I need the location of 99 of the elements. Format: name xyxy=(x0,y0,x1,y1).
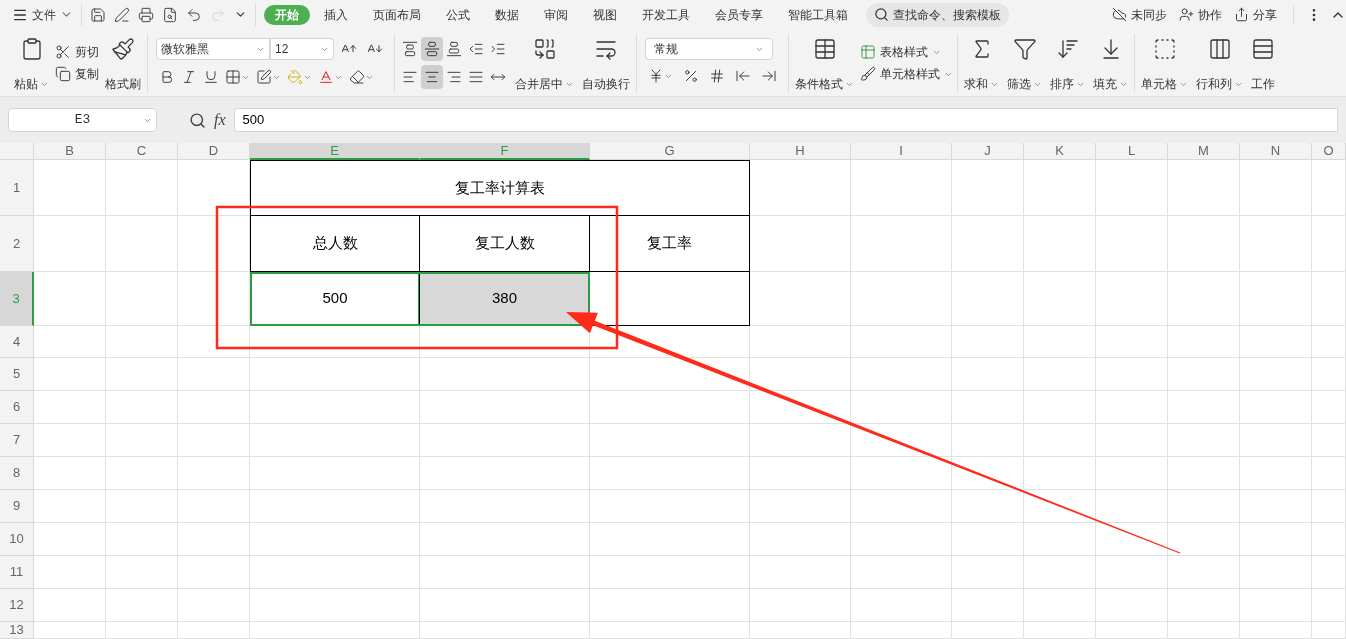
row-header[interactable]: 11 xyxy=(0,556,34,589)
cells-button[interactable]: 单元格 xyxy=(1139,33,1190,94)
user-plus-icon xyxy=(1179,7,1194,23)
table-icon xyxy=(812,37,837,62)
column-header[interactable]: G xyxy=(590,143,750,160)
align-center-button[interactable] xyxy=(421,65,443,90)
toolbar-action[interactable]: 分享 xyxy=(1234,5,1277,24)
italic-icon xyxy=(181,69,197,86)
print-icon[interactable] xyxy=(138,6,154,23)
ribbon-tab[interactable]: 视图 xyxy=(582,4,628,25)
row-header[interactable]: 2 xyxy=(0,216,34,272)
function-label[interactable]: fx xyxy=(214,108,226,133)
column-header[interactable]: D xyxy=(178,143,250,160)
print-preview-icon[interactable] xyxy=(162,6,178,23)
ribbon-tab[interactable]: 审阅 xyxy=(533,4,579,25)
cell-style-button[interactable]: 单元格样式 xyxy=(860,65,953,84)
format-painter-button[interactable]: 格式刷 xyxy=(103,33,143,94)
ribbon-tab[interactable]: 页面布局 xyxy=(362,4,432,25)
toolbar-action[interactable]: 未同步 xyxy=(1112,5,1167,24)
row-header[interactable]: 7 xyxy=(0,424,34,457)
font-name-field[interactable]: 微软雅黑 xyxy=(156,38,270,61)
row-header[interactable]: 8 xyxy=(0,457,34,490)
editing-button[interactable]: 筛选 xyxy=(1005,33,1044,94)
percent-icon xyxy=(683,68,699,85)
table-cell: 总人数 xyxy=(250,216,420,272)
row-header[interactable]: 12 xyxy=(0,589,34,622)
zoom-icon[interactable] xyxy=(189,111,206,129)
ribbon-tab[interactable]: 插入 xyxy=(313,4,359,25)
yen-icon xyxy=(648,68,664,85)
formula-field[interactable]: 500 xyxy=(233,108,1338,133)
ribbon-tab[interactable]: 数据 xyxy=(484,4,530,25)
column-header[interactable]: L xyxy=(1096,143,1168,160)
rows-columns-icon xyxy=(1207,37,1232,62)
cut-button[interactable]: 剪切 xyxy=(55,43,99,62)
conditional-format-button[interactable]: 条件格式 xyxy=(793,33,856,94)
number-format-field[interactable]: 常规 xyxy=(645,38,773,61)
search-icon xyxy=(874,7,889,23)
cloud-icon xyxy=(1112,7,1127,23)
table-brush-icon xyxy=(860,44,876,61)
copy-icon xyxy=(55,66,71,83)
file-menu[interactable]: 文件 xyxy=(12,5,73,24)
table-style-button[interactable]: 表格样式 xyxy=(860,43,953,62)
merge-center-button[interactable]: 合并居中 xyxy=(513,33,576,94)
scissors-icon xyxy=(55,44,71,61)
paintbrush-icon xyxy=(111,37,135,62)
wrap-text-button[interactable]: 自动换行 xyxy=(580,33,632,94)
column-header[interactable]: C xyxy=(106,143,178,160)
column-header[interactable]: J xyxy=(952,143,1024,160)
column-header[interactable]: H xyxy=(750,143,851,160)
row-header[interactable]: 4 xyxy=(0,326,34,358)
cell-format-icon xyxy=(256,69,272,86)
undo-icon[interactable] xyxy=(186,6,202,23)
editing-button[interactable]: 求和 xyxy=(962,33,1001,94)
editing-button[interactable]: 排序 xyxy=(1048,33,1087,94)
column-header[interactable]: M xyxy=(1168,143,1240,160)
align-middle-button[interactable] xyxy=(421,37,443,62)
save-icon[interactable] xyxy=(90,6,106,23)
filter-icon xyxy=(1012,37,1037,62)
column-header[interactable]: O xyxy=(1312,143,1346,160)
align-middle-icon xyxy=(424,41,440,58)
column-header[interactable]: B xyxy=(34,143,106,160)
row-header[interactable]: 1 xyxy=(0,160,34,216)
cells-button[interactable]: 工作 xyxy=(1249,33,1277,94)
table-cell: 复工率计算表 xyxy=(250,160,750,216)
merge-icon xyxy=(532,37,557,62)
row-header[interactable]: 6 xyxy=(0,391,34,424)
brush-icon xyxy=(860,66,876,83)
share-icon xyxy=(1234,7,1249,23)
row-header[interactable]: 5 xyxy=(0,358,34,391)
ribbon-tab[interactable]: 智能工具箱 xyxy=(777,4,859,25)
underline-icon xyxy=(203,69,219,86)
column-header[interactable]: K xyxy=(1024,143,1096,160)
name-box[interactable]: E3 xyxy=(8,108,157,133)
copy-button[interactable]: 复制 xyxy=(55,65,99,84)
search-field[interactable]: 查找命令、搜索模板 xyxy=(866,2,1009,27)
font-size-field[interactable]: 12 xyxy=(270,38,334,61)
ribbon-tab[interactable]: 会员专享 xyxy=(704,4,774,25)
fill-color-icon xyxy=(287,69,303,86)
align-bottom-icon xyxy=(446,41,462,58)
align-top-icon xyxy=(402,41,418,58)
bold-icon xyxy=(159,69,175,86)
hash-icon xyxy=(709,68,725,85)
toolbar-action[interactable]: 协作 xyxy=(1179,5,1222,24)
column-header[interactable]: N xyxy=(1240,143,1312,160)
table-cell: 复工人数 xyxy=(420,216,590,272)
borders-icon xyxy=(225,69,241,86)
ribbon-tab[interactable]: 公式 xyxy=(435,4,481,25)
eraser-icon xyxy=(349,69,365,86)
pen-icon[interactable] xyxy=(114,6,130,23)
editing-button[interactable]: 填充 xyxy=(1091,33,1130,94)
row-header[interactable]: 13 xyxy=(0,622,34,639)
ribbon-tab[interactable]: 开发工具 xyxy=(631,4,701,25)
row-header[interactable]: 9 xyxy=(0,490,34,523)
table-cell: 380 xyxy=(420,272,590,326)
column-header[interactable]: I xyxy=(851,143,952,160)
row-header[interactable]: 10 xyxy=(0,523,34,556)
font-color-icon xyxy=(318,69,334,86)
paste-button[interactable]: 粘贴 xyxy=(12,33,51,94)
cells-button[interactable]: 行和列 xyxy=(1194,33,1245,94)
